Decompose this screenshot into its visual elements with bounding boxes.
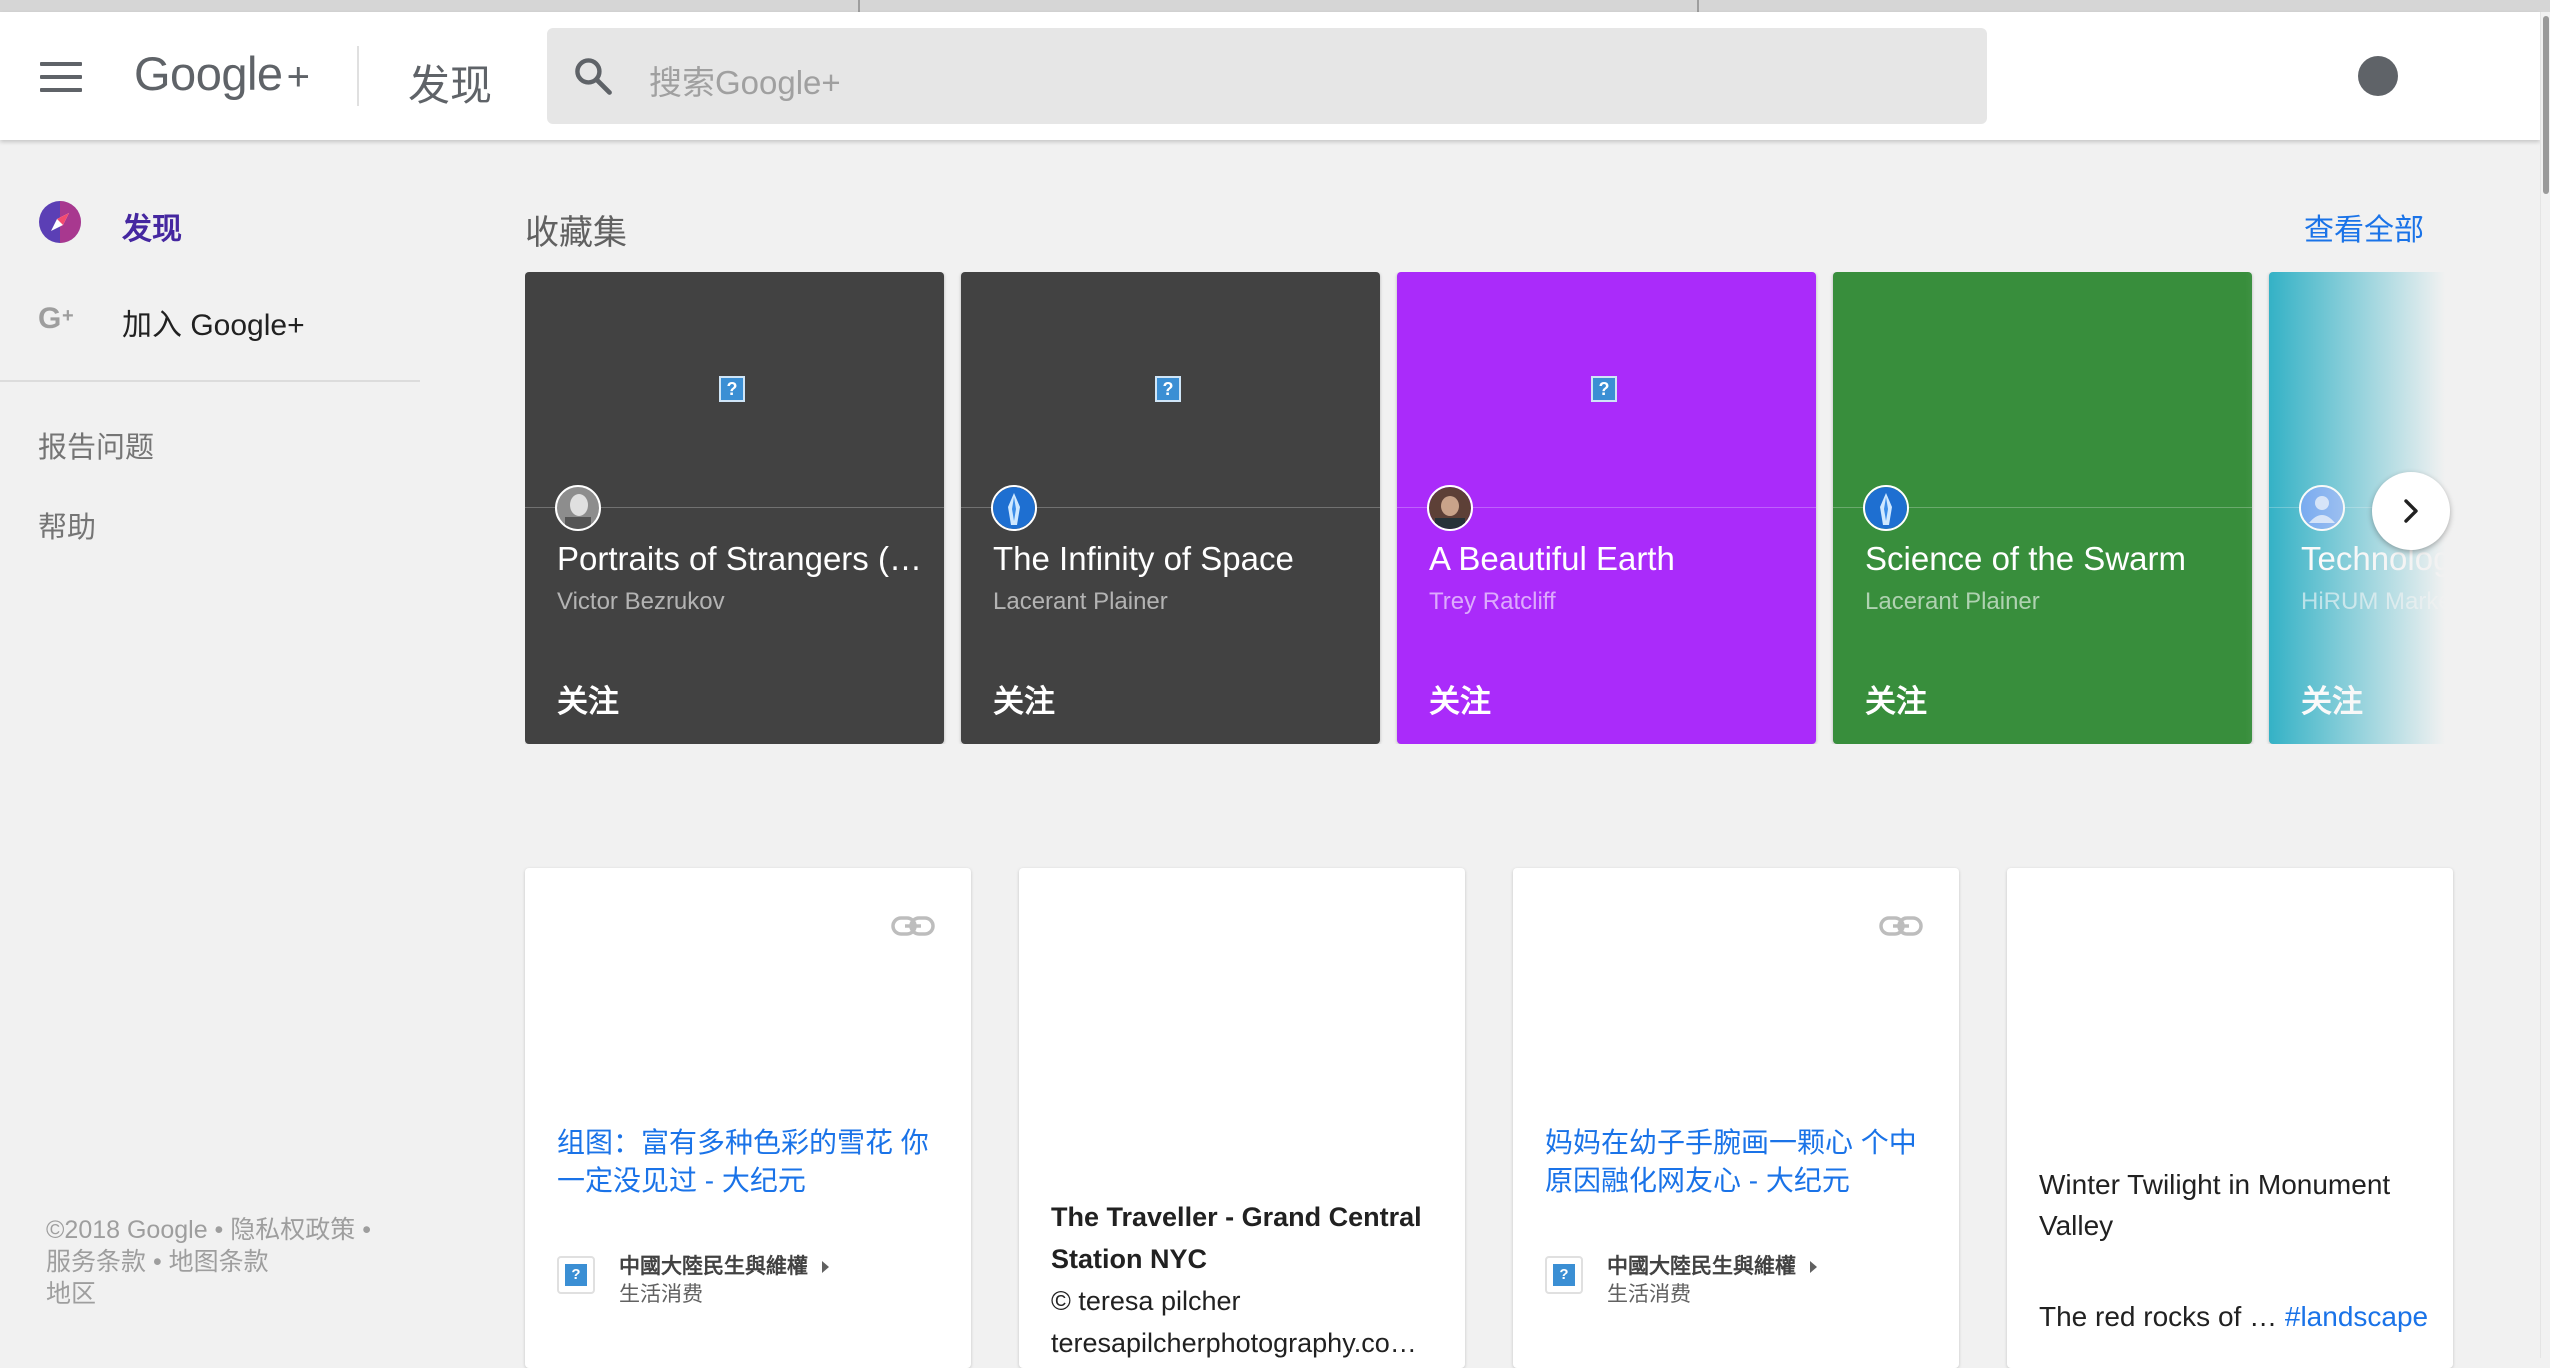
- collection-owner: Trey Ratcliff: [1429, 588, 1556, 615]
- collection-owner: Lacerant Plainer: [993, 588, 1168, 615]
- follow-button[interactable]: 关注: [557, 676, 619, 721]
- svg-text:+: +: [62, 305, 74, 327]
- owner-avatar: [2299, 485, 2345, 531]
- logo-plus: +: [286, 55, 310, 99]
- link-icon[interactable]: [891, 914, 935, 938]
- tab-separator: [1697, 0, 1699, 12]
- report-issue-link[interactable]: 报告问题: [38, 424, 154, 466]
- collection-card[interactable]: ? Portraits of Strangers (… Victor Bezru…: [525, 272, 944, 744]
- help-link[interactable]: 帮助: [38, 504, 96, 546]
- tab-separator: [858, 0, 860, 12]
- broken-image-icon: ?: [1155, 376, 1181, 402]
- caret-right-icon: [1810, 1261, 1817, 1274]
- collection-owner: HiRUM Marketing: [2301, 588, 2445, 615]
- google-plus-logo[interactable]: Google +: [134, 46, 310, 101]
- menu-button[interactable]: [40, 62, 82, 92]
- post-title: Winter Twilight in Monument Valley: [2039, 1169, 2391, 1241]
- collections-carousel: ? Portraits of Strangers (… Victor Bezru…: [525, 272, 2445, 744]
- sidebar-divider: [0, 380, 420, 382]
- broken-image-icon: ?: [719, 376, 745, 402]
- collection-title: Portraits of Strangers (…: [557, 540, 922, 577]
- chevron-right-icon: [2404, 499, 2418, 523]
- top-app-bar: Google + 发现 搜索Google+: [0, 12, 2540, 140]
- source-name: 中國大陸民生與維權: [619, 1250, 829, 1280]
- view-all-link[interactable]: 查看全部: [2304, 205, 2424, 249]
- post-title: The Traveller - Grand Central Station NY…: [1051, 1202, 1422, 1274]
- collection-owner: Victor Bezrukov: [557, 588, 725, 615]
- svg-text:G: G: [38, 302, 61, 335]
- hamburger-line: [40, 88, 82, 92]
- sidebar-item-label: 加入 Google+: [122, 309, 305, 342]
- follow-button[interactable]: 关注: [2301, 676, 2363, 721]
- link-icon[interactable]: [1879, 914, 1923, 938]
- post-source[interactable]: ? 中國大陸民生與維權 生活消费: [557, 1250, 957, 1310]
- post-body: The red rocks of … #landscape: [2039, 1296, 2439, 1337]
- follow-button[interactable]: 关注: [1865, 676, 1927, 721]
- collection-owner: Lacerant Plainer: [1865, 588, 2040, 615]
- hamburger-line: [40, 62, 82, 66]
- search-input[interactable]: 搜索Google+: [547, 28, 1987, 124]
- google-plus-icon: G +: [38, 302, 74, 335]
- collection-card[interactable]: Science of the Swarm Lacerant Plainer 关注: [1833, 272, 2252, 744]
- owner-avatar: [991, 485, 1037, 531]
- search-placeholder: 搜索Google+: [649, 64, 841, 101]
- source-category: 生活消费: [619, 1283, 703, 1306]
- sidebar-item-label: 发现: [122, 213, 182, 246]
- page-scrollbar[interactable]: [2540, 12, 2550, 1358]
- owner-avatar: [1427, 485, 1473, 531]
- browser-tab-strip: [0, 0, 2550, 12]
- hamburger-line: [40, 75, 82, 79]
- owner-avatar: [555, 485, 601, 531]
- collection-card[interactable]: ? The Infinity of Space Lacerant Plainer…: [961, 272, 1380, 744]
- post-body-text: The red rocks of …: [2039, 1301, 2278, 1332]
- source-name: 中國大陸民生與維權: [1607, 1250, 1817, 1280]
- hashtag-link[interactable]: #landscape: [2285, 1301, 2428, 1332]
- account-avatar[interactable]: [2358, 56, 2398, 96]
- sidebar-footer: ©2018 Google • 隐私权政策 • 服务条款 • 地图条款 地区: [46, 1216, 371, 1308]
- post-source[interactable]: ? 中國大陸民生與維權 生活消费: [1545, 1250, 1945, 1310]
- carousel-next-button[interactable]: [2372, 472, 2450, 550]
- terms-link[interactable]: 服务条款: [46, 1248, 146, 1276]
- collection-title: Science of the Swarm: [1865, 540, 2186, 577]
- post-credit-owner: © teresa pilcher: [1051, 1286, 1241, 1316]
- collection-title: The Infinity of Space: [993, 540, 1294, 577]
- map-terms-link[interactable]: 地图条款: [169, 1248, 269, 1276]
- region-link[interactable]: 地区: [46, 1280, 96, 1308]
- source-icon: ?: [1545, 1256, 1583, 1294]
- sidebar-item-discover[interactable]: 发现: [38, 198, 182, 246]
- broken-image-icon: ?: [1591, 376, 1617, 402]
- copyright-text: ©2018 Google: [46, 1216, 208, 1244]
- scrollbar-thumb[interactable]: [2543, 16, 2549, 194]
- compass-icon: [39, 201, 81, 243]
- search-icon: [575, 58, 612, 95]
- source-icon: ?: [557, 1256, 595, 1294]
- collections-section-title: 收藏集: [525, 214, 627, 252]
- caret-right-icon: [822, 1261, 829, 1274]
- privacy-link[interactable]: 隐私权政策: [230, 1216, 355, 1244]
- collection-card[interactable]: ? A Beautiful Earth Trey Ratcliff 关注: [1397, 272, 1816, 744]
- sidebar-item-join[interactable]: G + 加入 Google+: [38, 294, 305, 342]
- post-link-title[interactable]: 组图：富有多种色彩的雪花 你一定没见过 - 大纪元: [557, 1124, 941, 1200]
- collection-title: A Beautiful Earth: [1429, 540, 1675, 577]
- post-card[interactable]: 妈妈在幼子手腕画一颗心 个中原因融化网友心 - 大纪元 ? 中國大陸民生與維權 …: [1513, 868, 1959, 1368]
- logo-text: Google: [134, 47, 283, 100]
- page-title: 发现: [408, 62, 493, 109]
- post-card[interactable]: The Traveller - Grand Central Station NY…: [1019, 868, 1465, 1368]
- header-divider: [357, 46, 359, 106]
- follow-button[interactable]: 关注: [1429, 676, 1491, 721]
- source-category: 生活消费: [1607, 1283, 1691, 1306]
- owner-avatar: [1863, 485, 1909, 531]
- post-card[interactable]: Winter Twilight in Monument Valley The r…: [2007, 868, 2453, 1368]
- follow-button[interactable]: 关注: [993, 676, 1055, 721]
- post-link-title[interactable]: 妈妈在幼子手腕画一颗心 个中原因融化网友心 - 大纪元: [1545, 1124, 1929, 1200]
- post-card[interactable]: 组图：富有多种色彩的雪花 你一定没见过 - 大纪元 ? 中國大陸民生與維權 生活…: [525, 868, 971, 1368]
- post-credit: © teresa pilcher teresapilcherphotograph…: [1051, 1280, 1451, 1364]
